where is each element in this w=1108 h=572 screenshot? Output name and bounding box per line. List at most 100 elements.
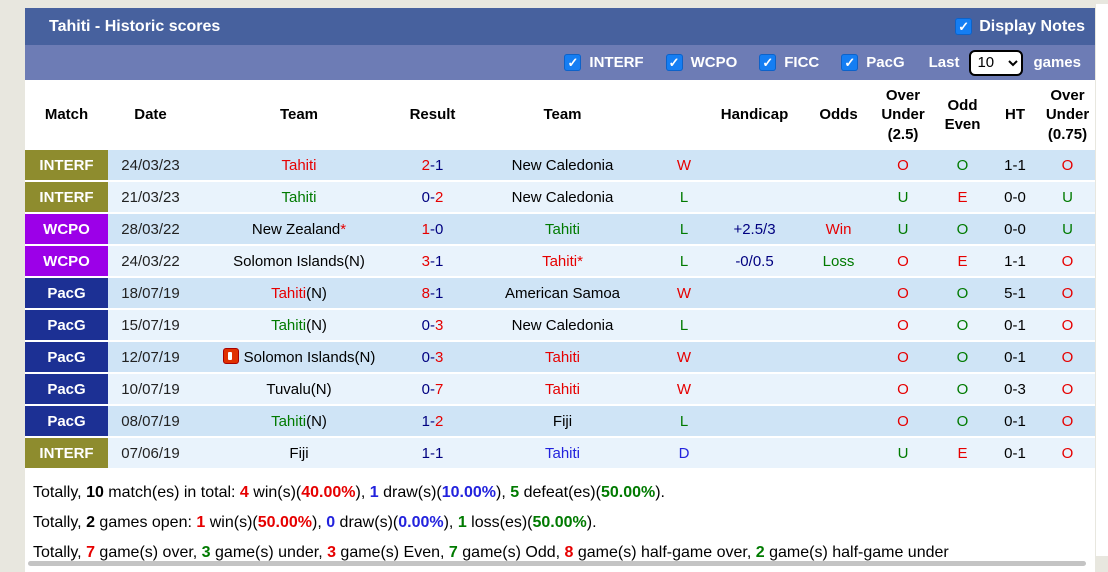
table-row: PacG 08/07/19 Tahiti(N) 1-2 Fiji L O O 0-1 O (25, 406, 1095, 438)
text-segment: U (897, 220, 909, 238)
text-segment: 3 (421, 252, 430, 270)
games-count-select[interactable]: 10 (969, 49, 1024, 76)
text-segment: Totally, (33, 544, 87, 561)
text-segment: 2 (755, 544, 765, 561)
text-segment: New Zealand (251, 220, 341, 238)
filter-checkbox[interactable]: ✓ (759, 54, 777, 71)
text-segment: 2 (435, 188, 444, 206)
text-segment: New Caledonia (511, 156, 614, 174)
text-segment: ), (355, 484, 370, 501)
summary: Totally, 10 match(es) in total: 4 win(s)… (25, 470, 1095, 568)
filter-checkbox[interactable]: ✓ (665, 54, 683, 71)
competition-badge: INTERF (25, 150, 108, 182)
filter-interf[interactable]: ✓ INTERF (564, 54, 644, 71)
ht-cell: 0-3 (990, 374, 1040, 406)
text-segment: 1 (457, 514, 467, 531)
over-under-25-cell: U (871, 182, 935, 214)
filter-ficc[interactable]: ✓ FICC (759, 54, 819, 71)
text-segment: 10.00% (441, 484, 497, 501)
handicap-cell (703, 278, 806, 310)
text-segment: U (1062, 220, 1073, 238)
result-cell: 8-1 (405, 278, 460, 310)
result-cell: 0-3 (405, 342, 460, 374)
text-segment: O (956, 348, 969, 366)
text-segment: 0 (435, 220, 444, 238)
result-cell: 0-2 (405, 182, 460, 214)
filter-checkbox[interactable]: ✓ (841, 54, 859, 71)
ht-cell: 0-0 (990, 182, 1040, 214)
home-team-cell: Fiji (193, 438, 405, 470)
filter-pacg[interactable]: ✓ PacG (841, 54, 905, 71)
wdl-cell: D (665, 438, 703, 470)
text-segment: Fiji (289, 444, 309, 462)
odds-cell: Loss (806, 246, 871, 278)
text-segment: Solomon Islands(N) (243, 349, 376, 366)
games-label: games (1033, 54, 1081, 71)
text-segment: Tahiti (271, 316, 307, 334)
text-segment: O (897, 252, 909, 270)
text-segment: O (897, 316, 909, 334)
widget-title: Tahiti - Historic scores (49, 17, 221, 35)
column-header: Match (25, 80, 108, 150)
away-team-cell: Tahiti* (460, 246, 665, 278)
competition-badge: INTERF (25, 438, 108, 470)
over-under-25-cell: O (871, 310, 935, 342)
text-segment: Tahiti (542, 252, 578, 270)
date-cell: 10/07/19 (108, 374, 193, 406)
text-segment: 50.00% (600, 484, 656, 501)
display-notes-checkbox[interactable]: ✓ (955, 18, 973, 35)
away-team-cell: Tahiti (460, 438, 665, 470)
date-cell: 08/07/19 (108, 406, 193, 438)
competition-badge: PacG (25, 278, 108, 310)
filter-wcpo[interactable]: ✓ WCPO (665, 54, 737, 71)
away-team-cell: Fiji (460, 406, 665, 438)
handicap-cell (703, 182, 806, 214)
competition-badge: PacG (25, 374, 108, 406)
wdl-cell: L (665, 246, 703, 278)
ht-cell: 0-1 (990, 438, 1040, 470)
text-segment: Tahiti (544, 220, 581, 238)
header-row: Match Date Team Result Team Handicap Odds Over … (25, 80, 1095, 150)
odd-even-cell: E (935, 246, 990, 278)
scrollbar-thumb-horizontal[interactable] (28, 561, 1086, 566)
handicap-cell (703, 374, 806, 406)
table-area: Match Date Team Result Team Handicap Odds Over … (25, 80, 1095, 572)
filter-label: INTERF (589, 54, 644, 71)
text-segment: 1 (421, 412, 430, 430)
result-cell: 1-1 (405, 438, 460, 470)
text-segment: New Caledonia (511, 188, 614, 206)
scrollbar-track-vertical (1096, 4, 1108, 556)
text-segment: (N) (306, 412, 327, 430)
odds-cell: Win (806, 214, 871, 246)
text-segment: game(s) Odd, (457, 544, 565, 561)
competition-filters: ✓ INTERF ✓ WCPO ✓ FICC ✓ PacG (564, 54, 905, 71)
wdl-cell: L (665, 214, 703, 246)
away-team-cell: American Samoa (460, 278, 665, 310)
handicap-cell (703, 310, 806, 342)
text-segment: Totally, (33, 484, 87, 501)
text-segment: Loss (822, 252, 855, 270)
ht-cell: 0-1 (990, 310, 1040, 342)
text-segment: 3 (435, 316, 444, 334)
text-segment: 1 (435, 284, 444, 302)
text-segment: L (679, 252, 689, 270)
text-segment: Totally, (33, 514, 87, 531)
text-segment: 2 (86, 514, 95, 531)
match-table-body: INTERF 24/03/23 Tahiti 2-1 New Caledonia W O O 1… (25, 150, 1095, 470)
date-cell: 28/03/22 (108, 214, 193, 246)
display-notes-toggle[interactable]: ✓ Display Notes (955, 18, 1085, 36)
ht-cell: 1-1 (990, 150, 1040, 182)
text-segment: O (956, 316, 969, 334)
text-segment: 0 (421, 348, 430, 366)
home-team-cell: Tuvalu(N) (193, 374, 405, 406)
wdl-cell: L (665, 310, 703, 342)
handicap-cell: -0/0.5 (703, 246, 806, 278)
date-cell: 07/06/19 (108, 438, 193, 470)
text-segment: W (676, 284, 692, 302)
last-label: Last (928, 54, 960, 71)
over-under-25-cell: O (871, 406, 935, 438)
text-segment: O (956, 284, 969, 302)
filter-checkbox[interactable]: ✓ (564, 54, 582, 71)
text-segment: (N) (306, 284, 327, 302)
column-header: Over Under (2.5) (871, 80, 935, 150)
